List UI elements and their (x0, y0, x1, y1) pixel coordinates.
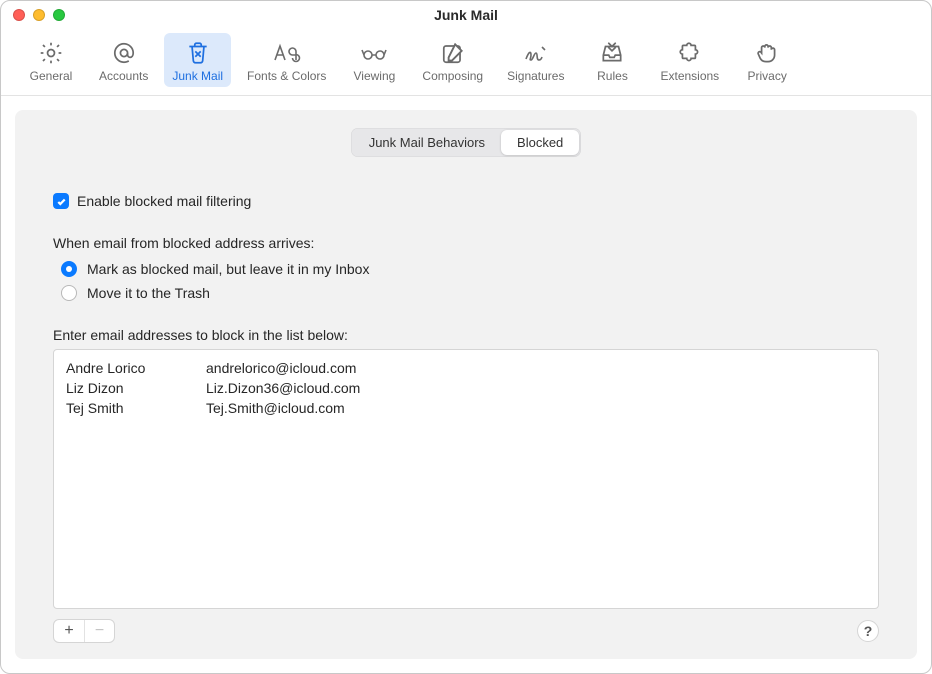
tab-signatures[interactable]: Signatures (499, 33, 572, 87)
segmented-control: Junk Mail Behaviors Blocked (351, 128, 582, 157)
preferences-window: Junk Mail General Accounts Junk Mail F (0, 0, 932, 674)
blocked-name: Liz Dizon (66, 380, 206, 396)
list-item[interactable]: Liz Dizon Liz.Dizon36@icloud.com (54, 378, 878, 398)
tab-rules[interactable]: Rules (580, 33, 644, 87)
blocked-email: Liz.Dizon36@icloud.com (206, 380, 866, 396)
segment-behaviors[interactable]: Junk Mail Behaviors (353, 130, 501, 155)
tab-accounts[interactable]: Accounts (91, 33, 156, 87)
tab-composing[interactable]: Composing (414, 33, 491, 87)
tab-label: Extensions (660, 69, 719, 83)
preferences-toolbar: General Accounts Junk Mail Fonts & Color… (1, 29, 931, 96)
compose-icon (440, 39, 466, 67)
list-item[interactable]: Tej Smith Tej.Smith@icloud.com (54, 398, 878, 418)
radio-trash-label: Move it to the Trash (87, 285, 210, 301)
blocked-settings: Enable blocked mail filtering When email… (39, 181, 893, 643)
radio-move-to-trash[interactable] (61, 285, 77, 301)
tab-extensions[interactable]: Extensions (652, 33, 727, 87)
segment-blocked[interactable]: Blocked (501, 130, 579, 155)
window-controls (13, 9, 65, 21)
radio-mark-as-blocked[interactable] (61, 261, 77, 277)
tab-viewing[interactable]: Viewing (342, 33, 406, 87)
tab-label: Composing (422, 69, 483, 83)
tab-label: Rules (597, 69, 628, 83)
zoom-window-button[interactable] (53, 9, 65, 21)
close-window-button[interactable] (13, 9, 25, 21)
enable-filtering-label: Enable blocked mail filtering (77, 193, 251, 209)
puzzle-icon (677, 39, 703, 67)
arrives-radio-group: Mark as blocked mail, but leave it in my… (61, 257, 879, 305)
tab-label: Signatures (507, 69, 564, 83)
tab-label: Junk Mail (172, 69, 223, 83)
content: Junk Mail Behaviors Blocked Enable block… (1, 96, 931, 673)
tab-junk-mail[interactable]: Junk Mail (164, 33, 231, 87)
tab-label: Privacy (748, 69, 787, 83)
block-list-label: Enter email addresses to block in the li… (53, 327, 879, 343)
blocked-email: andrelorico@icloud.com (206, 360, 866, 376)
arrives-label: When email from blocked address arrives: (53, 235, 879, 251)
hand-icon (754, 39, 780, 67)
at-sign-icon (111, 39, 137, 67)
add-remove-control: + − (53, 619, 115, 643)
tab-privacy[interactable]: Privacy (735, 33, 799, 87)
add-button[interactable]: + (54, 620, 84, 642)
gear-icon (38, 39, 64, 67)
tab-label: Viewing (354, 69, 396, 83)
tab-label: Accounts (99, 69, 148, 83)
remove-button[interactable]: − (84, 620, 114, 642)
signature-icon (522, 39, 550, 67)
list-item[interactable]: Andre Lorico andrelorico@icloud.com (54, 358, 878, 378)
rules-tray-icon (599, 39, 625, 67)
radio-mark-label: Mark as blocked mail, but leave it in my… (87, 261, 369, 277)
minimize-window-button[interactable] (33, 9, 45, 21)
tab-general[interactable]: General (19, 33, 83, 87)
glasses-icon (359, 39, 389, 67)
tab-fonts-colors[interactable]: Fonts & Colors (239, 33, 334, 87)
blocked-name: Tej Smith (66, 400, 206, 416)
settings-panel: Junk Mail Behaviors Blocked Enable block… (15, 110, 917, 659)
blocked-email: Tej.Smith@icloud.com (206, 400, 866, 416)
help-button[interactable]: ? (857, 620, 879, 642)
fonts-icon (272, 39, 302, 67)
blocked-name: Andre Lorico (66, 360, 206, 376)
tab-label: Fonts & Colors (247, 69, 326, 83)
blocked-list[interactable]: Andre Lorico andrelorico@icloud.com Liz … (53, 349, 879, 609)
tab-label: General (30, 69, 73, 83)
titlebar: Junk Mail (1, 1, 931, 29)
enable-filtering-checkbox[interactable] (53, 193, 69, 209)
window-title: Junk Mail (1, 7, 931, 23)
junk-bin-icon (185, 39, 211, 67)
